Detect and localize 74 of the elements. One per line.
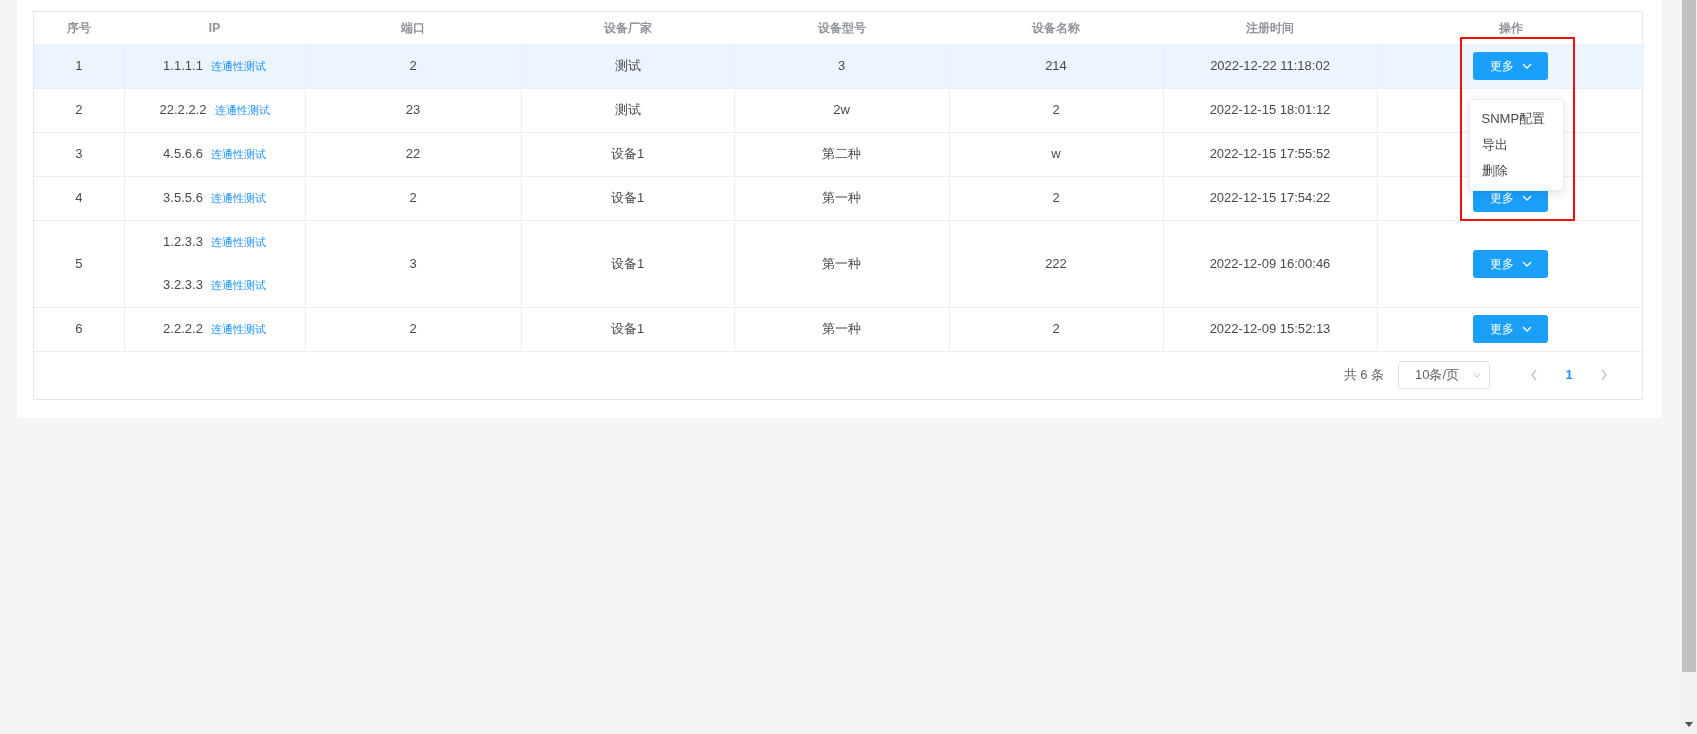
row-number: 5 xyxy=(75,255,83,271)
vendor-name: 测试 xyxy=(614,102,641,118)
connectivity-test-link[interactable]: 连通性测试 xyxy=(210,320,266,338)
ip-address: 2.2.2.2 xyxy=(163,320,203,339)
model-name: 第一种 xyxy=(822,190,861,206)
ip-address: 3.5.5.6 xyxy=(163,189,203,208)
device-name: 2 xyxy=(1052,321,1060,337)
vendor-name: 设备1 xyxy=(610,146,645,162)
caret-icon xyxy=(1473,372,1481,378)
row-number: 4 xyxy=(75,190,83,206)
ip-address: 3.2.3.3 xyxy=(163,276,203,295)
menu-item[interactable]: SNMP配置 xyxy=(1469,105,1563,132)
page-size-select[interactable]: 10条/页 xyxy=(1398,361,1490,389)
port-value: 2 xyxy=(409,321,417,337)
model-name: 第一种 xyxy=(822,255,861,271)
caret-icon xyxy=(1521,63,1532,69)
device-name: 2 xyxy=(1052,190,1060,206)
registration-time: 2022-12-22 11:18:02 xyxy=(1210,58,1330,74)
port-value: 23 xyxy=(405,102,421,118)
next-page-icon[interactable] xyxy=(1600,369,1608,381)
column-header: 操作 xyxy=(1498,20,1523,35)
port-value: 3 xyxy=(409,255,417,271)
more-button[interactable]: 更多 xyxy=(1473,52,1549,80)
port-value: 2 xyxy=(409,58,417,74)
column-header: 设备型号 xyxy=(817,20,866,35)
caret-icon xyxy=(1521,195,1532,201)
model-name: 第一种 xyxy=(822,321,861,337)
menu-item[interactable]: 导出 xyxy=(1469,131,1563,158)
caret-icon xyxy=(1521,260,1532,267)
page-number[interactable]: 1 xyxy=(1554,365,1584,385)
row-number: 2 xyxy=(75,102,83,118)
column-header: 注册时间 xyxy=(1246,20,1294,35)
menu-item[interactable]: 删除 xyxy=(1469,157,1563,184)
device-name: 222 xyxy=(1045,255,1067,271)
more-button[interactable]: 更多 xyxy=(1473,315,1549,343)
model-name: 2w xyxy=(833,102,850,118)
ip-address: 22.2.2.2 xyxy=(159,101,207,120)
port-value: 22 xyxy=(405,146,421,162)
vendor-name: 设备1 xyxy=(610,321,645,337)
registration-time: 2022-12-15 18:01:12 xyxy=(1209,102,1331,118)
registration-time: 2022-12-09 16:00:46 xyxy=(1209,255,1331,271)
model-name: 3 xyxy=(837,58,846,74)
column-header: 设备名称 xyxy=(1032,20,1080,35)
model-name: 第二种 xyxy=(822,146,861,162)
registration-time: 2022-12-09 15:52:13 xyxy=(1209,321,1331,337)
row-number: 6 xyxy=(75,321,83,337)
row-number: 3 xyxy=(75,146,83,162)
connectivity-test-link[interactable]: 连通性测试 xyxy=(214,101,270,119)
row-number: 1 xyxy=(75,58,83,74)
ip-address: 1.1.1.1 xyxy=(163,57,203,76)
connectivity-test-link[interactable]: 连通性测试 xyxy=(210,233,266,251)
column-header: 设备厂家 xyxy=(603,20,652,35)
device-name: 214 xyxy=(1045,58,1067,74)
ip-address: 4.5.6.6 xyxy=(163,145,203,164)
vendor-name: 设备1 xyxy=(610,190,645,206)
more-button[interactable]: 更多 xyxy=(1473,249,1549,278)
connectivity-test-link[interactable]: 连通性测试 xyxy=(210,145,266,163)
vendor-name: 设备1 xyxy=(610,255,645,271)
column-header: 端口 xyxy=(401,20,425,35)
total-count: 共 6 条 xyxy=(1343,366,1384,385)
registration-time: 2022-12-15 17:54:22 xyxy=(1209,190,1331,206)
caret-icon xyxy=(1521,326,1532,332)
port-value: 2 xyxy=(409,190,417,206)
device-name: 2 xyxy=(1052,102,1060,118)
vendor-name: 测试 xyxy=(614,58,641,74)
column-header: 序号 xyxy=(67,20,91,35)
previous-page-icon[interactable] xyxy=(1530,369,1538,381)
connectivity-test-link[interactable]: 连通性测试 xyxy=(210,57,266,75)
device-name: w xyxy=(1051,146,1061,162)
ip-address: 1.2.3.3 xyxy=(163,233,203,252)
registration-time: 2022-12-15 17:55:52 xyxy=(1209,146,1331,162)
connectivity-test-link[interactable]: 连通性测试 xyxy=(210,276,266,294)
connectivity-test-link[interactable]: 连通性测试 xyxy=(210,189,266,207)
column-header: IP xyxy=(208,20,221,35)
